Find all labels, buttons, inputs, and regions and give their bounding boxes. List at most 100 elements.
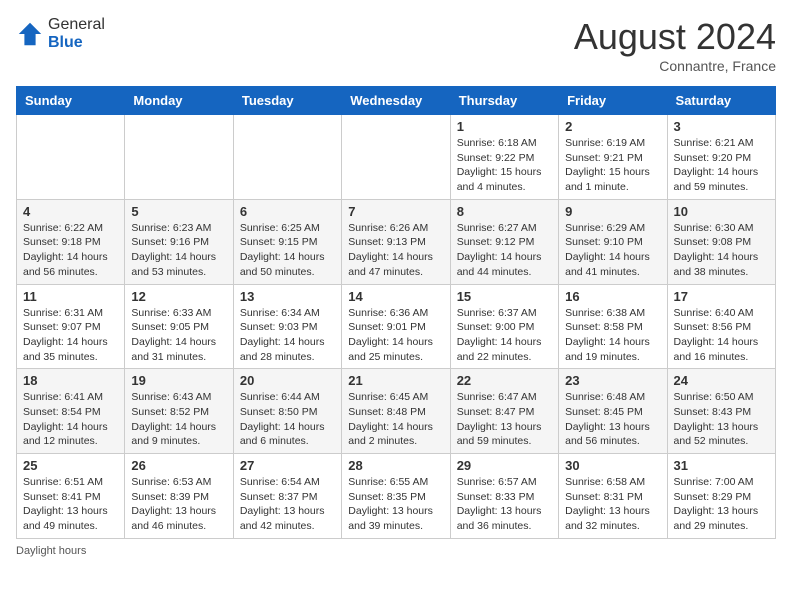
day-info: Sunrise: 6:38 AM Sunset: 8:58 PM Dayligh… [565, 306, 660, 365]
day-number: 9 [565, 204, 660, 219]
calendar-cell: 23 Sunrise: 6:48 AM Sunset: 8:45 PM Dayli… [559, 369, 667, 454]
calendar-week-2: 4 Sunrise: 6:22 AM Sunset: 9:18 PM Daylig… [17, 199, 776, 284]
day-info: Sunrise: 6:50 AM Sunset: 8:43 PM Dayligh… [674, 390, 769, 449]
calendar-cell: 8Sunrise: 6:27 AM Sunset: 9:12 PM Daylig… [450, 199, 558, 284]
day-info: Sunrise: 6:36 AM Sunset: 9:01 PM Dayligh… [348, 306, 443, 365]
day-number: 18 [23, 373, 118, 388]
calendar-cell: 2 Sunrise: 6:19 AM Sunset: 9:21 PM Daylig… [559, 115, 667, 200]
calendar: SundayMondayTuesdayWednesdayThursdayFrid… [16, 86, 776, 539]
day-number: 7 [348, 204, 443, 219]
calendar-body: 1Sunrise: 6:18 AM Sunset: 9:22 PM Daylig… [17, 115, 776, 539]
day-info: Sunrise: 6:48 AM Sunset: 8:45 PM Dayligh… [565, 390, 660, 449]
day-number: 31 [674, 458, 769, 473]
day-info: Sunrise: 6:47 AM Sunset: 8:47 PM Dayligh… [457, 390, 552, 449]
day-number: 5 [131, 204, 226, 219]
day-number: 23 [565, 373, 660, 388]
day-info: Sunrise: 6:26 AM Sunset: 9:13 PM Dayligh… [348, 221, 443, 280]
calendar-cell: 12 Sunrise: 6:33 AM Sunset: 9:05 PM Dayli… [125, 284, 233, 369]
calendar-cell: 22 Sunrise: 6:47 AM Sunset: 8:47 PM Dayli… [450, 369, 558, 454]
calendar-cell: 15 Sunrise: 6:37 AM Sunset: 9:00 PM Dayli… [450, 284, 558, 369]
calendar-cell: 20 Sunrise: 6:44 AM Sunset: 8:50 PM Dayli… [233, 369, 341, 454]
day-number: 22 [457, 373, 552, 388]
day-info: Sunrise: 6:21 AM Sunset: 9:20 PM Dayligh… [674, 136, 769, 195]
day-number: 12 [131, 289, 226, 304]
day-info: Sunrise: 6:41 AM Sunset: 8:54 PM Dayligh… [23, 390, 118, 449]
day-number: 10 [674, 204, 769, 219]
day-number: 26 [131, 458, 226, 473]
day-info: Sunrise: 6:57 AM Sunset: 8:33 PM Dayligh… [457, 475, 552, 534]
day-info: Sunrise: 6:33 AM Sunset: 9:05 PM Dayligh… [131, 306, 226, 365]
day-info: Sunrise: 6:31 AM Sunset: 9:07 PM Dayligh… [23, 306, 118, 365]
calendar-cell: 1Sunrise: 6:18 AM Sunset: 9:22 PM Daylig… [450, 115, 558, 200]
day-number: 3 [674, 119, 769, 134]
calendar-cell: 16 Sunrise: 6:38 AM Sunset: 8:58 PM Dayli… [559, 284, 667, 369]
day-info: Sunrise: 6:40 AM Sunset: 8:56 PM Dayligh… [674, 306, 769, 365]
logo-icon [16, 20, 44, 48]
day-info: Sunrise: 6:37 AM Sunset: 9:00 PM Dayligh… [457, 306, 552, 365]
day-info: Sunrise: 6:22 AM Sunset: 9:18 PM Dayligh… [23, 221, 118, 280]
calendar-cell [17, 115, 125, 200]
day-number: 19 [131, 373, 226, 388]
calendar-cell: 3 Sunrise: 6:21 AM Sunset: 9:20 PM Daylig… [667, 115, 775, 200]
day-of-week-wednesday: Wednesday [342, 87, 450, 115]
day-info: Sunrise: 6:51 AM Sunset: 8:41 PM Dayligh… [23, 475, 118, 534]
calendar-cell: 5 Sunrise: 6:23 AM Sunset: 9:16 PM Daylig… [125, 199, 233, 284]
day-info: Sunrise: 6:34 AM Sunset: 9:03 PM Dayligh… [240, 306, 335, 365]
day-info: Sunrise: 6:54 AM Sunset: 8:37 PM Dayligh… [240, 475, 335, 534]
calendar-cell: 30 Sunrise: 6:58 AM Sunset: 8:31 PM Dayli… [559, 454, 667, 539]
day-number: 21 [348, 373, 443, 388]
calendar-cell: 11Sunrise: 6:31 AM Sunset: 9:07 PM Dayli… [17, 284, 125, 369]
day-number: 14 [348, 289, 443, 304]
day-of-week-monday: Monday [125, 87, 233, 115]
day-number: 27 [240, 458, 335, 473]
calendar-cell: 10 Sunrise: 6:30 AM Sunset: 9:08 PM Dayli… [667, 199, 775, 284]
calendar-cell: 26 Sunrise: 6:53 AM Sunset: 8:39 PM Dayli… [125, 454, 233, 539]
footer: Daylight hours [16, 545, 776, 557]
day-of-week-friday: Friday [559, 87, 667, 115]
day-of-week-tuesday: Tuesday [233, 87, 341, 115]
calendar-week-3: 11Sunrise: 6:31 AM Sunset: 9:07 PM Dayli… [17, 284, 776, 369]
day-info: Sunrise: 6:23 AM Sunset: 9:16 PM Dayligh… [131, 221, 226, 280]
day-number: 20 [240, 373, 335, 388]
day-number: 30 [565, 458, 660, 473]
day-number: 16 [565, 289, 660, 304]
day-number: 4 [23, 204, 118, 219]
day-info: Sunrise: 6:44 AM Sunset: 8:50 PM Dayligh… [240, 390, 335, 449]
day-info: Sunrise: 6:30 AM Sunset: 9:08 PM Dayligh… [674, 221, 769, 280]
day-of-week-saturday: Saturday [667, 87, 775, 115]
month-title: August 2024 [574, 16, 776, 58]
day-number: 13 [240, 289, 335, 304]
calendar-cell: 9 Sunrise: 6:29 AM Sunset: 9:10 PM Daylig… [559, 199, 667, 284]
day-info: Sunrise: 6:45 AM Sunset: 8:48 PM Dayligh… [348, 390, 443, 449]
calendar-cell: 29 Sunrise: 6:57 AM Sunset: 8:33 PM Dayli… [450, 454, 558, 539]
calendar-header: SundayMondayTuesdayWednesdayThursdayFrid… [17, 87, 776, 115]
logo: General Blue [16, 16, 105, 52]
day-number: 2 [565, 119, 660, 134]
day-info: Sunrise: 6:27 AM Sunset: 9:12 PM Dayligh… [457, 221, 552, 280]
calendar-cell: 17Sunrise: 6:40 AM Sunset: 8:56 PM Dayli… [667, 284, 775, 369]
calendar-cell: 14 Sunrise: 6:36 AM Sunset: 9:01 PM Dayli… [342, 284, 450, 369]
day-number: 15 [457, 289, 552, 304]
calendar-cell: 25Sunrise: 6:51 AM Sunset: 8:41 PM Dayli… [17, 454, 125, 539]
day-info: Sunrise: 6:43 AM Sunset: 8:52 PM Dayligh… [131, 390, 226, 449]
page-header: General Blue August 2024 Connantre, Fran… [16, 16, 776, 74]
calendar-cell: 31Sunrise: 7:00 AM Sunset: 8:29 PM Dayli… [667, 454, 775, 539]
day-info: Sunrise: 6:19 AM Sunset: 9:21 PM Dayligh… [565, 136, 660, 195]
day-of-week-thursday: Thursday [450, 87, 558, 115]
day-info: Sunrise: 6:29 AM Sunset: 9:10 PM Dayligh… [565, 221, 660, 280]
logo-text: General Blue [48, 16, 105, 52]
day-number: 24 [674, 373, 769, 388]
day-info: Sunrise: 6:55 AM Sunset: 8:35 PM Dayligh… [348, 475, 443, 534]
day-info: Sunrise: 6:58 AM Sunset: 8:31 PM Dayligh… [565, 475, 660, 534]
day-number: 29 [457, 458, 552, 473]
calendar-cell: 4 Sunrise: 6:22 AM Sunset: 9:18 PM Daylig… [17, 199, 125, 284]
day-info: Sunrise: 6:53 AM Sunset: 8:39 PM Dayligh… [131, 475, 226, 534]
calendar-cell: 28Sunrise: 6:55 AM Sunset: 8:35 PM Dayli… [342, 454, 450, 539]
calendar-cell: 21 Sunrise: 6:45 AM Sunset: 8:48 PM Dayli… [342, 369, 450, 454]
location: Connantre, France [574, 58, 776, 74]
day-of-week-sunday: Sunday [17, 87, 125, 115]
calendar-week-5: 25Sunrise: 6:51 AM Sunset: 8:41 PM Dayli… [17, 454, 776, 539]
calendar-cell [233, 115, 341, 200]
day-number: 1 [457, 119, 552, 134]
title-block: August 2024 Connantre, France [574, 16, 776, 74]
